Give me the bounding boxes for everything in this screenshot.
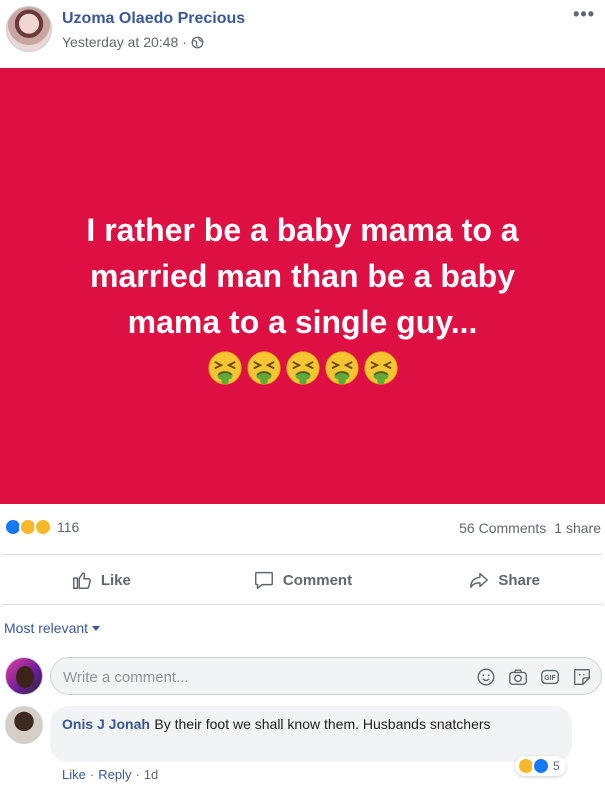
nauseated-face-emoji bbox=[285, 351, 320, 385]
comment-sort-dropdown[interactable]: Most relevant bbox=[4, 620, 101, 636]
comment-icon bbox=[254, 571, 273, 589]
more-options-button[interactable]: ••• bbox=[573, 4, 595, 25]
composer-tools: GIF bbox=[475, 666, 593, 688]
comment-time[interactable]: 1d bbox=[144, 767, 158, 782]
comment-reaction-count: 5 bbox=[553, 759, 560, 773]
comment-bubble: Onis J Jonah By their foot we shall know… bbox=[50, 706, 572, 762]
globe-icon[interactable] bbox=[191, 36, 204, 49]
svg-text:GIF: GIF bbox=[544, 675, 555, 682]
meta-separator: · bbox=[182, 34, 187, 50]
sort-label: Most relevant bbox=[4, 620, 89, 636]
share-button[interactable]: Share bbox=[403, 556, 605, 604]
post-header: Uzoma Olaedo Precious Yesterday at 20:48… bbox=[0, 0, 605, 68]
gif-icon[interactable]: GIF bbox=[539, 666, 561, 688]
like-reaction-icon bbox=[532, 757, 550, 775]
nauseated-face-emoji bbox=[324, 351, 359, 385]
like-label: Like bbox=[100, 571, 131, 589]
reactions-summary[interactable]: 116 bbox=[4, 518, 79, 536]
commenter-avatar[interactable] bbox=[5, 706, 43, 744]
nauseated-face-emoji bbox=[246, 351, 281, 385]
caret-down-icon bbox=[92, 625, 101, 631]
post-meta: Yesterday at 20:48 · bbox=[62, 34, 204, 50]
author-name[interactable]: Uzoma Olaedo Precious bbox=[62, 10, 245, 28]
post-timestamp[interactable]: Yesterday at 20:48 bbox=[62, 34, 178, 50]
wow-reaction-icon bbox=[34, 518, 52, 536]
like-button[interactable]: Like bbox=[0, 556, 202, 604]
post-text: I rather be a baby mama to a married man… bbox=[86, 212, 519, 340]
divider bbox=[2, 554, 602, 555]
comment-actions: Like · Reply · 1d bbox=[62, 767, 158, 782]
post-content: I rather be a baby mama to a married man… bbox=[0, 68, 605, 504]
comments-count[interactable]: 56 Comments bbox=[459, 520, 546, 536]
nauseated-face-emoji bbox=[363, 351, 398, 385]
comment-button[interactable]: Comment bbox=[202, 556, 404, 604]
divider bbox=[2, 604, 602, 605]
comment-reactions[interactable]: 5 bbox=[515, 756, 566, 776]
current-user-avatar[interactable] bbox=[5, 657, 43, 695]
comment-author[interactable]: Onis J Jonah bbox=[62, 716, 150, 732]
comment-label: Comment bbox=[282, 571, 353, 589]
thumbs-up-icon bbox=[72, 572, 91, 589]
share-label: Share bbox=[498, 571, 541, 589]
comment-input[interactable] bbox=[63, 665, 443, 689]
sticker-icon[interactable] bbox=[571, 666, 593, 688]
emoji-row bbox=[206, 349, 400, 387]
reaction-count[interactable]: 116 bbox=[57, 519, 79, 535]
shares-count[interactable]: 1 share bbox=[554, 520, 601, 536]
emoji-icon[interactable] bbox=[475, 666, 497, 688]
comment-like-link[interactable]: Like bbox=[62, 767, 86, 782]
separator: · bbox=[135, 767, 140, 782]
action-bar: Like Comment Share bbox=[0, 556, 605, 604]
share-arrow-icon bbox=[470, 572, 489, 589]
author-avatar[interactable] bbox=[6, 6, 52, 52]
separator: · bbox=[89, 767, 95, 782]
nauseated-face-emoji bbox=[207, 351, 242, 385]
comment-text: By their foot we shall know them. Husban… bbox=[154, 716, 491, 732]
post-stats: 56 Comments 1 share bbox=[459, 520, 601, 536]
comment-reply-link[interactable]: Reply bbox=[98, 767, 131, 782]
comment-composer[interactable]: GIF bbox=[50, 657, 602, 695]
camera-icon[interactable] bbox=[507, 666, 529, 688]
